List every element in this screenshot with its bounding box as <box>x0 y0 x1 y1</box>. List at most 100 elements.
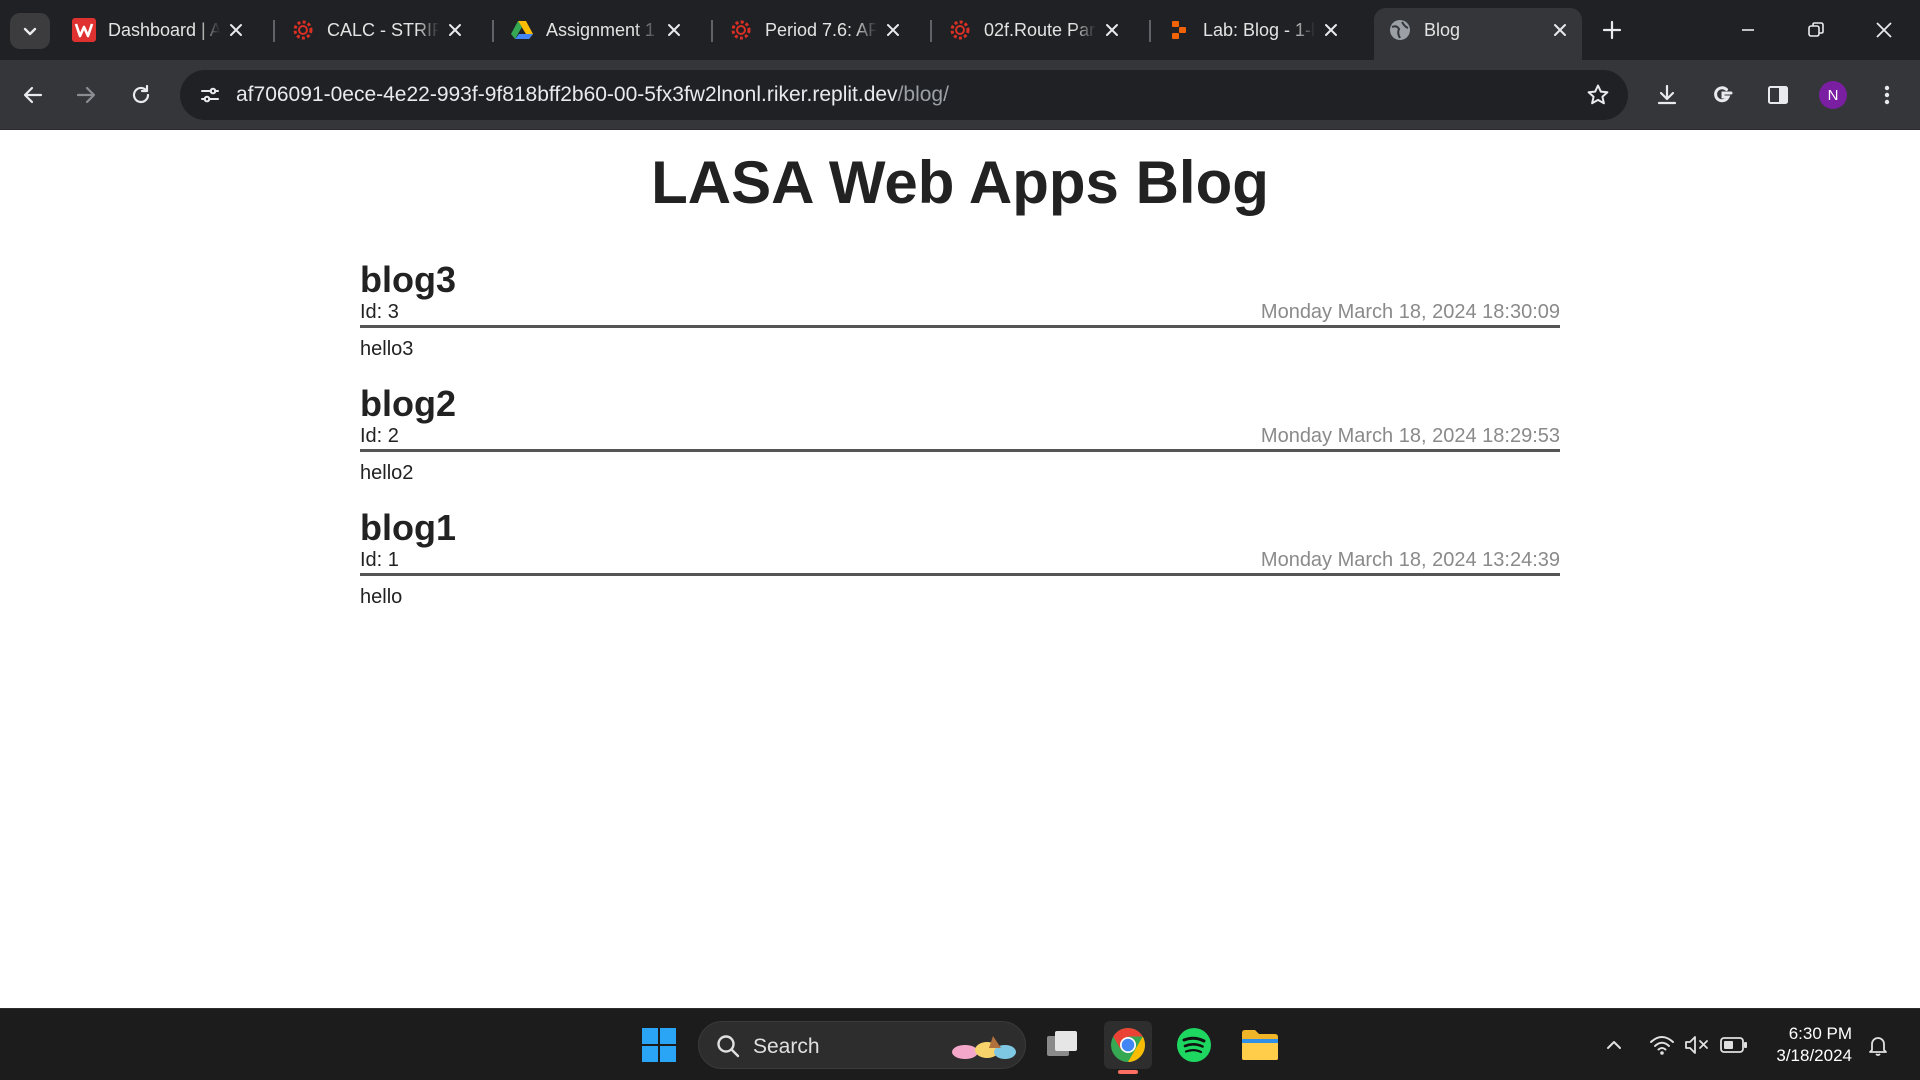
post-body: hello <box>360 586 403 608</box>
file-explorer-taskbar-button[interactable] <box>1236 1021 1284 1069</box>
tab-title: Blog <box>1424 19 1461 40</box>
chrome-icon <box>1111 1028 1145 1062</box>
plus-icon <box>1602 20 1622 40</box>
bookmark-star-icon[interactable] <box>1582 79 1614 111</box>
tab-search-button[interactable] <box>10 13 50 49</box>
reload-button[interactable] <box>121 75 161 115</box>
clock-time: 6:30 PM <box>1788 1024 1852 1043</box>
tab-separator <box>711 20 713 42</box>
close-icon <box>1876 22 1892 38</box>
clock-date: 3/18/2024 <box>1776 1046 1852 1065</box>
close-icon[interactable] <box>664 20 684 40</box>
search-label: Search <box>753 1035 820 1058</box>
chevron-up-icon <box>1607 1041 1621 1049</box>
post-date: Monday March 18, 2024 18:30:09 <box>1260 301 1560 323</box>
post-date: Monday March 18, 2024 18:29:53 <box>1260 425 1560 447</box>
post-id: Id: 3 <box>360 301 399 323</box>
show-hidden-icons-button[interactable] <box>1600 1031 1628 1059</box>
arrow-left-icon <box>23 86 43 104</box>
google-g-icon <box>1714 86 1733 103</box>
close-icon[interactable] <box>1102 20 1122 40</box>
taskbar: Search 6:30 PM 3/18/2024 <box>0 1008 1920 1080</box>
taskbar-search[interactable]: Search <box>698 1021 1026 1069</box>
tab-lab-blog[interactable]: Lab: Blog - 1-l <box>1153 10 1353 50</box>
browser-toolbar: af706091-0ece-4e22-993f-9f818bff2b60-00-… <box>0 60 1920 130</box>
page-title: LASA Web Apps Blog <box>651 149 1269 216</box>
post-title: blog1 <box>360 507 456 548</box>
tab-separator <box>930 20 932 42</box>
post-id: Id: 1 <box>360 549 399 571</box>
battery-icon[interactable] <box>1720 1031 1748 1059</box>
arrow-right-icon <box>76 86 96 104</box>
close-icon[interactable] <box>226 20 246 40</box>
tab-separator <box>1149 20 1151 42</box>
blog-post: blog3 Id: 3 Monday March 18, 2024 18:30:… <box>360 260 1560 361</box>
tab-separator <box>273 20 275 42</box>
site-info-icon[interactable] <box>194 79 226 111</box>
tab-strip: Dashboard | A CALC - STRIPL Assignment 1… <box>0 0 1920 60</box>
close-icon[interactable] <box>883 20 903 40</box>
post-date: Monday March 18, 2024 13:24:39 <box>1260 549 1560 571</box>
tab-title: Period 7.6: AP <box>765 19 877 40</box>
post-title: blog2 <box>360 383 456 424</box>
google-extension-button[interactable] <box>1703 75 1743 115</box>
address-bar[interactable]: af706091-0ece-4e22-993f-9f818bff2b60-00-… <box>180 70 1628 120</box>
windows-logo-icon <box>642 1028 676 1062</box>
profile-avatar[interactable]: N <box>1819 81 1847 109</box>
tab-calc[interactable]: CALC - STRIPL <box>277 10 477 50</box>
gear-red-icon <box>729 18 753 42</box>
new-tab-button[interactable] <box>1594 12 1630 48</box>
search-highlight-icon <box>952 1036 1016 1059</box>
download-icon <box>1657 84 1677 105</box>
tab-route-params[interactable]: 02f.Route Para <box>934 10 1134 50</box>
tab-period[interactable]: Period 7.6: AP <box>715 10 915 50</box>
start-button[interactable] <box>635 1021 683 1069</box>
tab-assignment[interactable]: Assignment 1 <box>496 10 696 50</box>
gear-red-icon <box>291 18 315 42</box>
active-app-indicator <box>1118 1070 1138 1074</box>
back-button[interactable] <box>13 75 53 115</box>
side-panel-button[interactable] <box>1758 75 1798 115</box>
close-icon[interactable] <box>1321 20 1341 40</box>
system-clock[interactable]: 6:30 PM 3/18/2024 <box>1752 1023 1852 1067</box>
post-meta: Id: 2 Monday March 18, 2024 18:29:53 <box>360 424 1560 452</box>
forward-button[interactable] <box>66 75 106 115</box>
minimize-button[interactable] <box>1714 0 1782 60</box>
spotify-icon <box>1177 1028 1211 1062</box>
globe-icon <box>1388 18 1412 42</box>
post-id: Id: 2 <box>360 425 399 447</box>
restore-icon <box>1808 22 1824 37</box>
notifications-icon[interactable] <box>1864 1031 1892 1059</box>
volume-muted-icon[interactable] <box>1683 1031 1711 1059</box>
kebab-menu-icon <box>1884 85 1890 105</box>
page-content: LASA Web Apps Blog blog3 Id: 3 Monday Ma… <box>0 131 1920 1008</box>
minimize-icon <box>1742 29 1754 31</box>
post-body: hello3 <box>360 338 414 360</box>
tab-title: Lab: Blog - 1-l <box>1203 19 1315 40</box>
google-drive-icon <box>510 18 534 42</box>
url-text[interactable]: af706091-0ece-4e22-993f-9f818bff2b60-00-… <box>236 83 949 107</box>
side-panel-icon <box>1768 86 1788 104</box>
tab-dashboard[interactable]: Dashboard | A <box>58 10 258 50</box>
downloads-button[interactable] <box>1647 75 1687 115</box>
close-icon[interactable] <box>1550 20 1570 40</box>
chrome-taskbar-button[interactable] <box>1104 1021 1152 1069</box>
menu-button[interactable] <box>1867 75 1907 115</box>
chevron-down-icon <box>23 27 37 36</box>
restore-button[interactable] <box>1782 0 1850 60</box>
close-icon[interactable] <box>445 20 465 40</box>
spotify-taskbar-button[interactable] <box>1170 1021 1218 1069</box>
tab-title: Assignment 1 <box>546 19 656 40</box>
folder-icon <box>1242 1030 1278 1060</box>
blog-post: blog1 Id: 1 Monday March 18, 2024 13:24:… <box>360 508 1560 609</box>
gear-red-icon <box>948 18 972 42</box>
brand-w-icon <box>72 18 96 42</box>
tab-blog-active[interactable]: Blog <box>1374 8 1582 60</box>
search-icon <box>717 1035 740 1058</box>
blog-post: blog2 Id: 2 Monday March 18, 2024 18:29:… <box>360 384 1560 485</box>
close-window-button[interactable] <box>1850 0 1918 60</box>
task-view-button[interactable] <box>1038 1021 1086 1069</box>
tab-title: Dashboard | A <box>108 19 220 40</box>
tab-title: 02f.Route Para <box>984 19 1096 40</box>
wifi-icon[interactable] <box>1648 1031 1676 1059</box>
